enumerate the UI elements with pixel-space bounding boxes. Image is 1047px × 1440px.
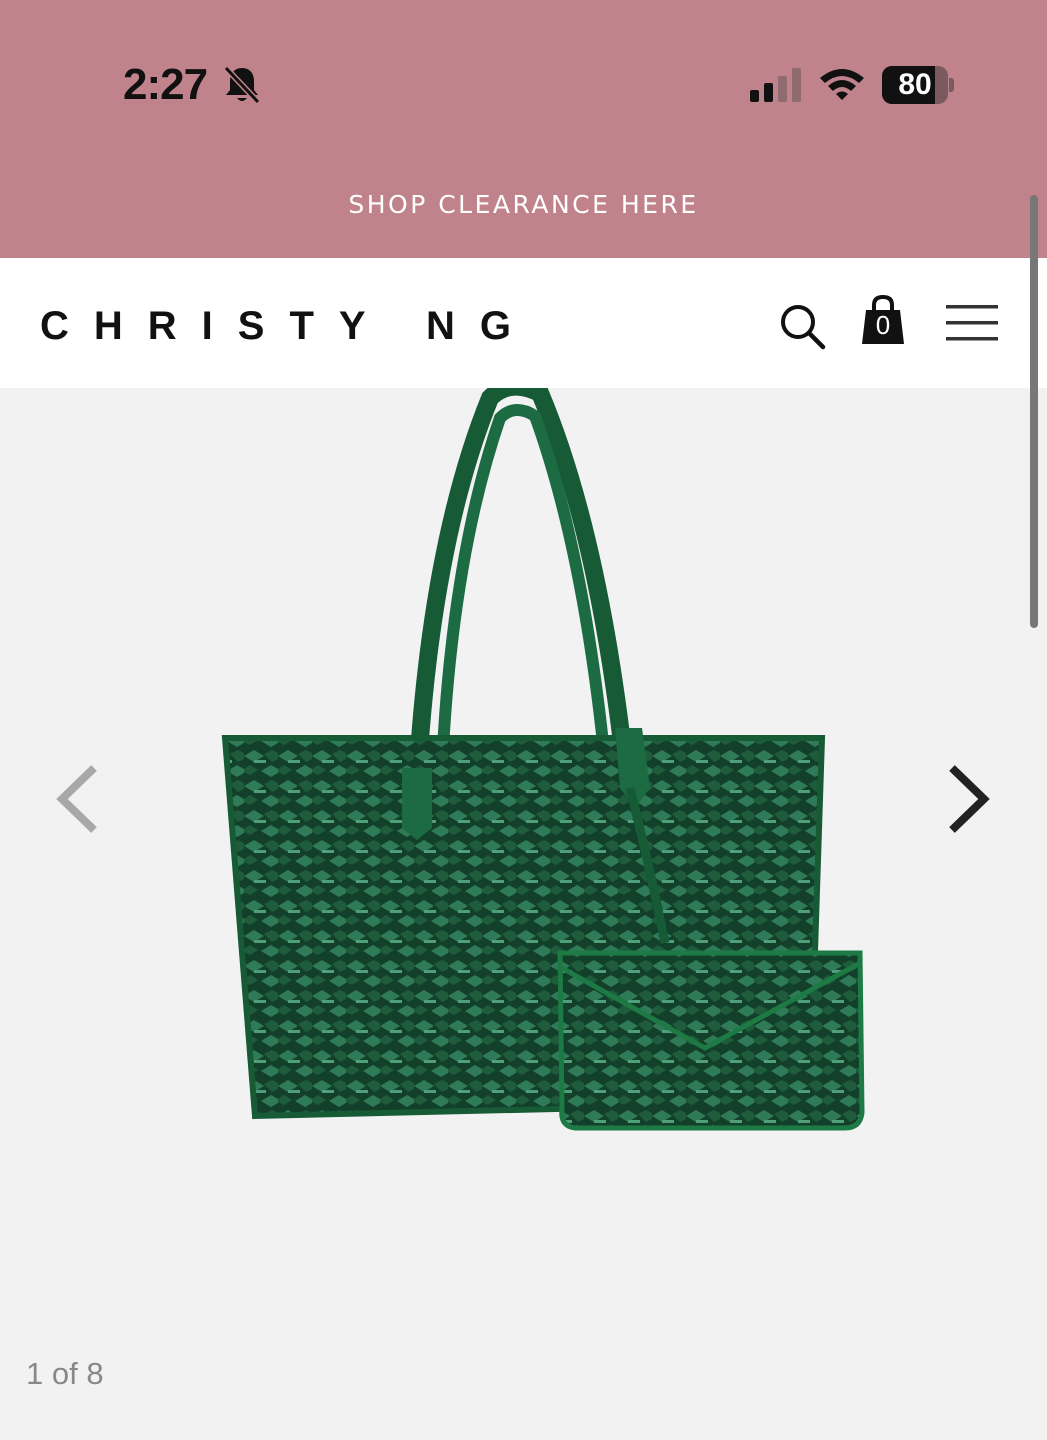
battery-percent: 80 <box>898 68 932 101</box>
battery-icon: 80 <box>882 66 956 104</box>
gallery-counter: 1 of 8 <box>26 1356 104 1391</box>
product-image <box>221 388 865 1131</box>
clearance-banner-link[interactable]: SHOP CLEARANCE HERE <box>0 190 1047 219</box>
top-announcement-band <box>0 0 1047 258</box>
cellular-signal-icon <box>750 68 801 102</box>
status-time: 2:27 <box>123 60 208 109</box>
chevron-left-icon[interactable] <box>52 764 102 834</box>
page-scrollbar[interactable] <box>1030 195 1038 628</box>
battery-tip <box>949 78 954 92</box>
search-icon[interactable] <box>778 302 826 350</box>
wifi-icon <box>820 69 864 100</box>
bell-slash-icon <box>223 65 261 105</box>
chevron-right-icon[interactable] <box>944 764 994 834</box>
brand-logo[interactable]: CHRISTY NG <box>40 304 536 349</box>
cart-count: 0 <box>875 310 891 340</box>
hamburger-menu-icon[interactable] <box>946 304 998 342</box>
